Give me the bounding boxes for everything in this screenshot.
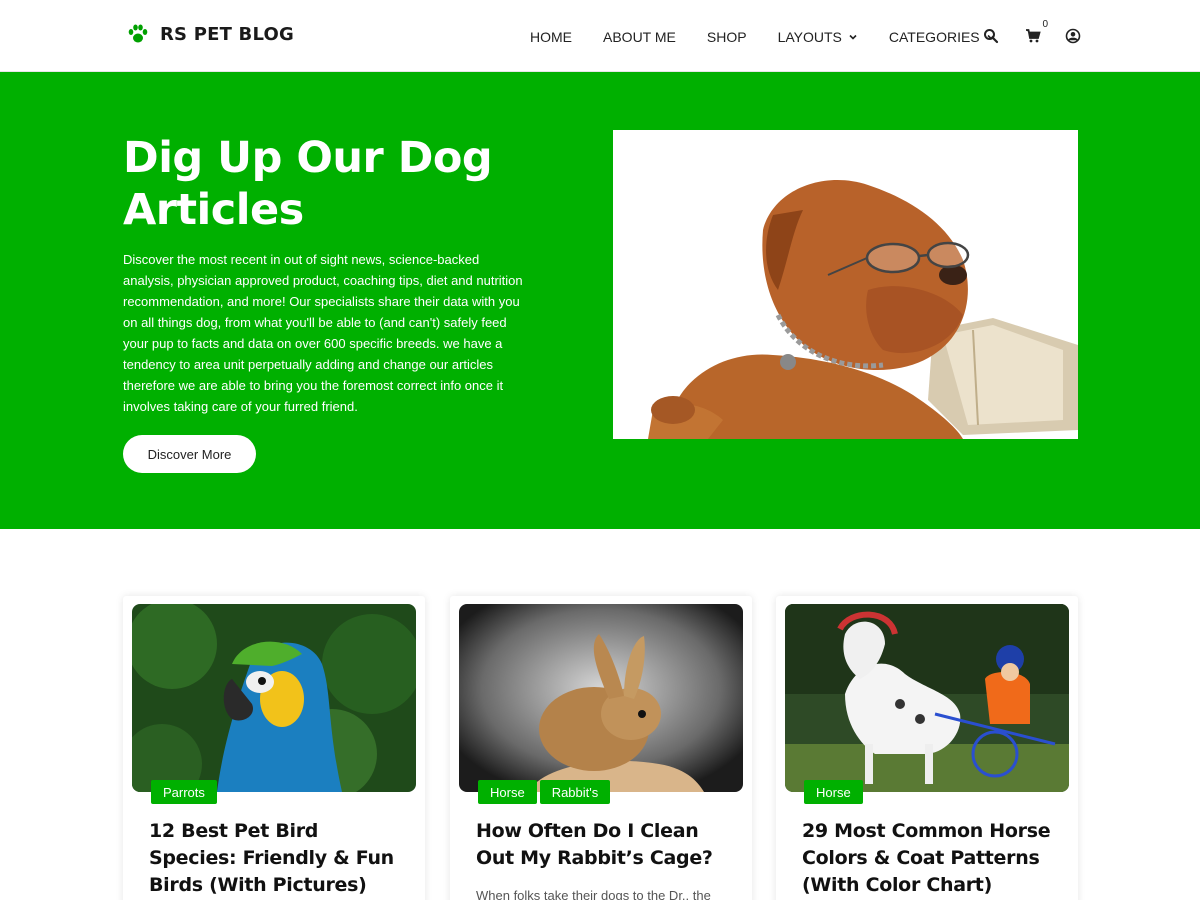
nav-about-label: ABOUT ME (603, 29, 676, 45)
card-tags: Parrots (151, 780, 217, 804)
nav-layouts-label: LAYOUTS (777, 29, 842, 45)
card-excerpt: When folks take their dogs to the Dr., t… (476, 888, 711, 900)
user-icon[interactable] (1065, 28, 1081, 44)
card-title[interactable]: How Often Do I Clean Out My Rabbit’s Cag… (476, 818, 726, 872)
hero-section: Dig Up Our Dog Articles Discover the mos… (0, 72, 1200, 529)
cart-icon (1026, 29, 1041, 43)
cart-count: 0 (1042, 19, 1048, 30)
nav-shop-label: SHOP (706, 29, 747, 45)
article-cards: Parrots 12 Best Pet Bird Species: Friend… (123, 596, 1078, 900)
article-card[interactable]: Parrots 12 Best Pet Bird Species: Friend… (123, 596, 425, 900)
search-icon[interactable] (983, 28, 999, 44)
tag-horse[interactable]: Horse (804, 780, 863, 804)
nav-home-label: HOME (530, 29, 572, 45)
hero-dog-image (613, 130, 1078, 439)
nav-shop[interactable]: SHOP (707, 29, 747, 45)
nav-categories-label: CATEGORIES (888, 29, 980, 45)
card-title[interactable]: 29 Most Common Horse Colors & Coat Patte… (802, 818, 1052, 899)
site-header: RS PET BLOG HOME ABOUT ME SHOP LAYOUTS C… (0, 0, 1200, 72)
chevron-down-icon (849, 34, 857, 40)
rabbit-image[interactable] (459, 604, 743, 792)
card-tags: Horse (804, 780, 863, 804)
horse-image[interactable] (785, 604, 1069, 792)
tag-parrots[interactable]: Parrots (151, 780, 217, 804)
article-card[interactable]: Horse Rabbit's How Often Do I Clean Out … (450, 596, 752, 900)
parrot-illustration (132, 604, 416, 792)
parrot-image[interactable] (132, 604, 416, 792)
discover-more-button[interactable]: Discover More (123, 435, 256, 473)
hero-description: Discover the most recent in out of sight… (123, 252, 523, 414)
site-logo[interactable]: RS PET BLOG (126, 22, 294, 46)
article-card[interactable]: Horse 29 Most Common Horse Colors & Coat… (776, 596, 1078, 900)
nav-layouts[interactable]: LAYOUTS (778, 29, 858, 45)
dog-illustration (613, 130, 1078, 439)
main-nav: HOME ABOUT ME SHOP LAYOUTS CATEGORIES (530, 29, 1027, 45)
header-icons: 0 (983, 19, 1081, 44)
nav-about-me[interactable]: ABOUT ME (603, 29, 676, 45)
nav-categories[interactable]: CATEGORIES (889, 29, 996, 45)
cart-button[interactable]: 0 (1025, 19, 1048, 44)
hero-title: Dig Up Our Dog Articles (123, 133, 493, 235)
tag-rabbits[interactable]: Rabbit's (539, 780, 611, 804)
logo-text: RS PET BLOG (160, 23, 294, 45)
paw-icon (128, 24, 148, 43)
nav-home[interactable]: HOME (530, 29, 572, 45)
rabbit-illustration (459, 604, 743, 792)
horse-illustration (785, 604, 1069, 792)
card-title[interactable]: 12 Best Pet Bird Species: Friendly & Fun… (149, 818, 399, 899)
tag-horse[interactable]: Horse (478, 780, 537, 804)
card-tags: Horse Rabbit's (478, 780, 611, 804)
